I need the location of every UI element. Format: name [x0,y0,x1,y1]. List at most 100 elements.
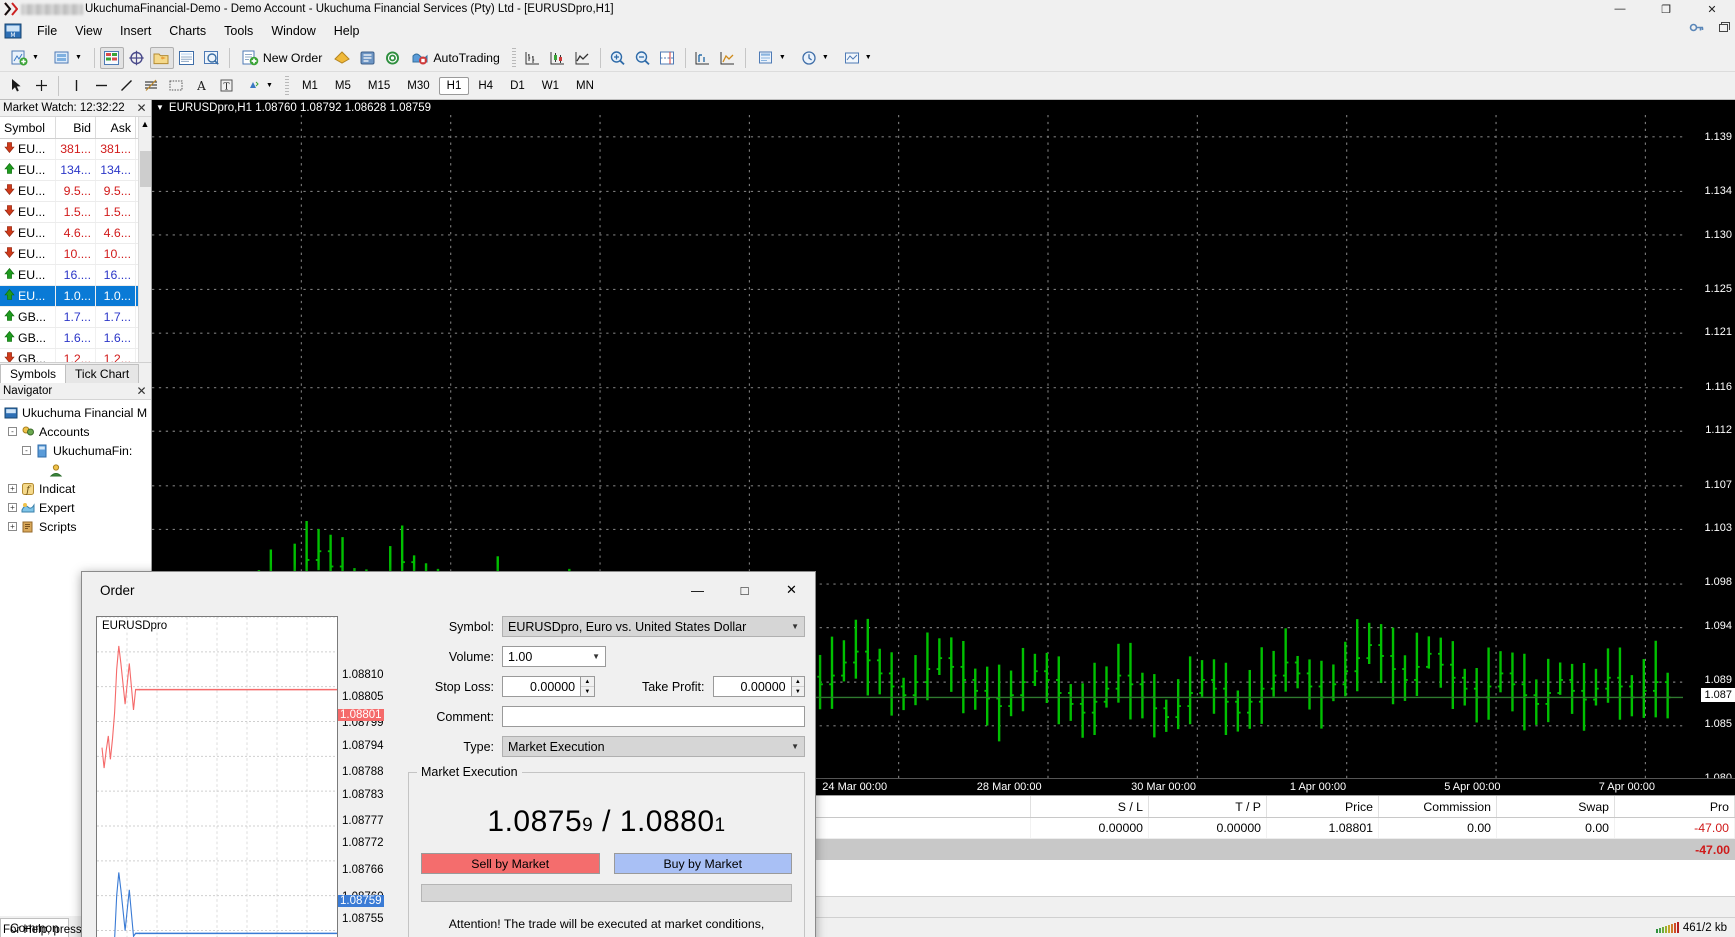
new-order-button[interactable]: New Order [235,47,329,69]
navigator-root[interactable]: Ukuchuma Financial M [0,403,151,422]
zoom-out-button[interactable] [631,47,655,69]
zoom-in-button[interactable] [606,47,630,69]
stepper-down-icon[interactable]: ▼ [581,687,593,696]
window-close-button[interactable]: ✕ [1689,0,1735,18]
scroll-thumb[interactable] [139,151,151,187]
signals-button[interactable] [380,47,404,69]
market-watch-row[interactable]: EU... 1.5... 1.5... [0,202,138,223]
menu-file[interactable]: File [28,21,66,41]
fibonacci-icon[interactable] [139,75,163,97]
trendline-icon[interactable] [114,75,138,97]
order-maximize-button[interactable]: □ [721,572,768,608]
vertical-line-icon[interactable] [64,75,88,97]
new-chart-button[interactable]: ▼ [4,47,46,69]
menu-tools[interactable]: Tools [215,21,262,41]
stoploss-stepper[interactable]: ▲ ▼ [581,676,595,697]
scroll-up-icon[interactable]: ▲ [139,117,152,131]
horizontal-line-icon[interactable] [89,75,113,97]
navigator-node-ukuchumafin-[interactable]: - UkuchumaFin: [0,441,151,460]
window-maximize-button[interactable]: ❐ [1643,0,1689,18]
stoploss-input[interactable]: 0.00000 [502,676,582,697]
data-window-button[interactable] [125,47,149,69]
timeframe-d1[interactable]: D1 [502,77,533,95]
stepper-down-icon[interactable]: ▼ [792,687,804,696]
col-commission[interactable]: Commission [1379,796,1497,817]
periods-button[interactable]: ▼ [794,47,836,69]
market-watch-row[interactable]: EU... 4.6... 4.6... [0,223,138,244]
line-chart-button[interactable] [571,47,595,69]
navigator-node-accounts[interactable]: - Accounts [0,422,151,441]
market-watch-row[interactable]: GB... 1.2... 1.2... [0,349,138,362]
key-icon[interactable] [1689,20,1704,38]
market-watch-close-icon[interactable]: ✕ [135,101,148,115]
stepper-up-icon[interactable]: ▲ [791,677,804,687]
navigator-node-account[interactable] [0,460,151,479]
col-swap[interactable]: Swap [1497,796,1615,817]
tree-toggle-icon[interactable]: - [22,446,31,455]
chart-price-axis[interactable]: 1.139 1.134 1.130 1.125 1.121 1.116 1.112 1.107… [1683,115,1735,778]
col-tp[interactable]: T / P [1149,796,1267,817]
order-dialog[interactable]: Order — □ ✕ EURUSDpro 1.08810 1.08805 1.08… [81,571,816,937]
templates-button[interactable]: ▼ [751,47,793,69]
navigator-node-scripts[interactable]: + Scripts [0,517,151,536]
indicators-button[interactable] [716,47,740,69]
market-watch-row[interactable]: GB... 1.7... 1.7... [0,307,138,328]
strategy-tester-button[interactable] [200,47,224,69]
candlestick-chart-button[interactable] [546,47,570,69]
tab-symbols[interactable]: Symbols [0,364,67,383]
stepper-up-icon[interactable]: ▲ [581,677,594,687]
window-minimize-button[interactable]: — [1597,0,1643,18]
order-minimize-button[interactable]: — [674,572,721,608]
comment-input[interactable] [502,706,805,727]
col-profit[interactable]: Pro [1615,796,1735,817]
navigator-node-expert[interactable]: + Expert [0,498,151,517]
mql5-community-button[interactable] [355,47,379,69]
menu-charts[interactable]: Charts [160,21,215,41]
timeframe-m30[interactable]: M30 [399,77,437,95]
tree-toggle-icon[interactable]: + [8,484,17,493]
navigator-button[interactable] [149,46,174,69]
arrow-cursor-icon[interactable] [4,75,28,97]
auto-scroll-button[interactable] [656,47,680,69]
bar-chart-button[interactable] [521,47,545,69]
metaeditor-button[interactable] [330,47,354,69]
connection-status[interactable]: 461/2 kb [1655,922,1735,934]
objects-button[interactable]: ▼ [837,47,879,69]
timeframe-m1[interactable]: M1 [294,77,326,95]
text-a-icon[interactable]: A [189,75,213,97]
timeframe-h4[interactable]: H4 [470,77,501,95]
tree-toggle-icon[interactable]: - [8,427,17,436]
tree-toggle-icon[interactable]: + [8,503,17,512]
text-label-icon[interactable]: T [214,75,238,97]
crosshair-icon[interactable] [29,75,53,97]
col-sl[interactable]: S / L [1031,796,1149,817]
restore-window-icon[interactable] [1718,21,1731,37]
tick-chart-plot[interactable]: EURUSDpro [96,616,338,937]
market-watch-row[interactable]: EU... 134... 134... [0,160,138,181]
type-select[interactable]: Market Execution ▼ [502,736,805,757]
terminal-button[interactable] [175,47,199,69]
timeframe-grip[interactable] [284,75,289,96]
market-watch-button[interactable] [99,46,124,69]
market-watch-row[interactable]: GB... 1.6... 1.6... [0,328,138,349]
chart-shift-button[interactable] [691,47,715,69]
tab-tick-chart[interactable]: Tick Chart [65,364,140,383]
profiles-button[interactable]: ▼ [47,47,89,69]
column-symbol[interactable]: Symbol [0,117,56,138]
market-watch-row[interactable]: EU... 10.... 10.... [0,244,138,265]
menu-window[interactable]: Window [262,21,324,41]
market-watch-row[interactable]: EU... 381... 381... [0,139,138,160]
market-watch-scrollbar[interactable]: ▲ [138,117,151,362]
buy-by-market-button[interactable]: Buy by Market [613,853,792,874]
column-ask[interactable]: Ask [96,117,136,138]
channel-icon[interactable] [164,75,188,97]
menu-insert[interactable]: Insert [111,21,160,41]
autotrading-button[interactable]: AutoTrading [405,47,507,69]
market-watch-row[interactable]: EU... 9.5... 9.5... [0,181,138,202]
timeframe-m15[interactable]: M15 [360,77,398,95]
takeprofit-input[interactable]: 0.00000 [712,676,792,697]
symbol-select[interactable]: EURUSDpro, Euro vs. United States Dollar… [502,616,805,637]
column-bid[interactable]: Bid [56,117,96,138]
menu-help[interactable]: Help [325,21,369,41]
sell-by-market-button[interactable]: Sell by Market [421,853,600,874]
